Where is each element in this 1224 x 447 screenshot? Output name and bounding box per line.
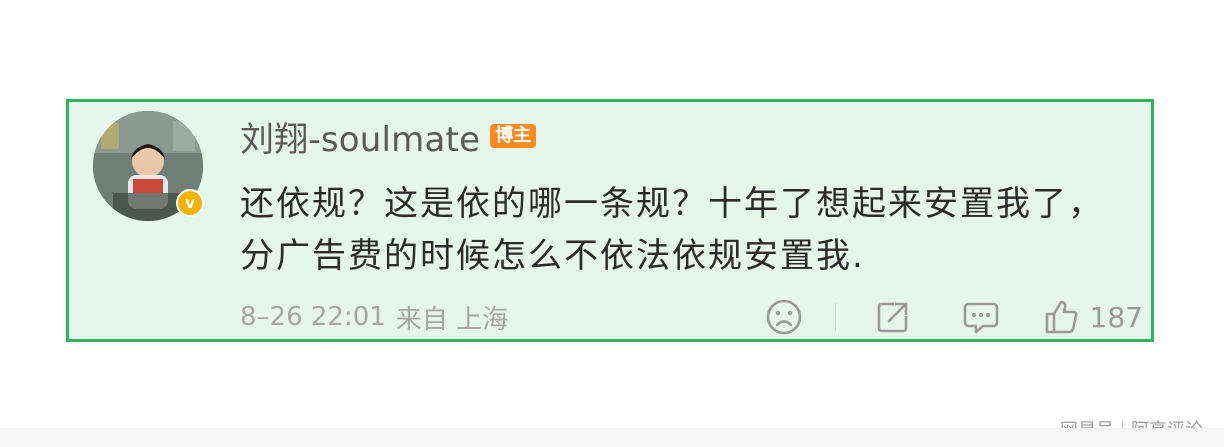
username-row: 刘翔-soulmate 博主	[240, 112, 537, 161]
comment-source: 来自 上海	[395, 304, 509, 335]
like-button[interactable]: 187	[1042, 300, 1143, 334]
comment-meta: 8–26 22:01 来自 上海	[240, 299, 508, 336]
share-button[interactable]	[866, 300, 920, 334]
username[interactable]: 刘翔-soulmate	[240, 112, 480, 161]
reply-button[interactable]	[954, 300, 1008, 334]
comment-footer: 8–26 22:01 来自 上海 187	[240, 299, 1143, 336]
share-icon	[877, 302, 907, 333]
comment-actions: 187	[757, 299, 1143, 335]
page: v 刘翔-soulmate 博主 还依规？这是依的哪一条规？十年了想起来安置我了…	[0, 0, 1224, 447]
sad-face-icon	[766, 299, 801, 335]
comment-date: 8–26 22:01	[240, 302, 386, 332]
thumbs-up-icon	[1045, 300, 1078, 334]
comment-text: 还依规？这是依的哪一条规？十年了想起来安置我了，分广告费的时候怎么不依法依规安置…	[240, 184, 1104, 276]
action-divider	[834, 303, 836, 331]
author-badge: 博主	[490, 124, 537, 148]
emoji-button[interactable]	[757, 299, 811, 335]
comment-bubble-icon	[963, 302, 998, 334]
verified-badge-icon: v	[176, 189, 204, 217]
like-count: 187	[1089, 300, 1143, 334]
comment-card: v 刘翔-soulmate 博主 还依规？这是依的哪一条规？十年了想起来安置我了…	[66, 99, 1154, 342]
bottom-strip	[0, 428, 1224, 447]
